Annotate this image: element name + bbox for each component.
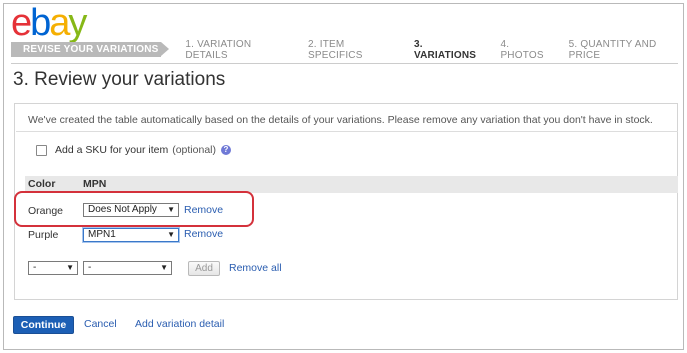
sku-checkbox[interactable] — [36, 144, 47, 156]
cancel-link[interactable]: Cancel — [84, 318, 117, 330]
mpn-select-purple[interactable]: MPN1 ▼ — [83, 228, 179, 242]
progress-steps: REVISE YOUR VARIATIONS 1. VARIATION DETA… — [11, 39, 687, 61]
logo-letter-e: e — [11, 2, 32, 44]
sku-label: Add a SKU for your item — [55, 144, 169, 156]
current-task-label: REVISE YOUR VARIATIONS — [11, 42, 170, 57]
logo-letter-y: y — [68, 2, 87, 44]
step-variation-details: 1. VARIATION DETAILS — [185, 38, 252, 61]
intro-text: We've created the table automatically ba… — [28, 114, 653, 126]
sku-optional-label: (optional) — [172, 144, 216, 156]
remove-all-link[interactable]: Remove all — [229, 262, 282, 274]
dropdown-arrow-icon: ▼ — [160, 263, 168, 272]
new-mpn-value: - — [88, 262, 92, 273]
highlight-annotation — [14, 191, 254, 227]
help-icon[interactable]: ? — [221, 145, 231, 155]
new-color-value: - — [33, 262, 37, 273]
dropdown-arrow-icon: ▼ — [66, 263, 74, 272]
new-mpn-select[interactable]: - ▼ — [83, 261, 172, 275]
panel-divider — [16, 131, 678, 132]
add-variation-detail-link[interactable]: Add variation detail — [135, 318, 224, 330]
new-color-select[interactable]: - ▼ — [28, 261, 78, 275]
step-item-specifics: 2. ITEM SPECIFICS — [308, 38, 363, 61]
logo-letter-b: b — [30, 2, 51, 44]
header-divider — [11, 63, 678, 64]
ebay-logo: ebay — [11, 2, 87, 44]
sku-option: Add a SKU for your item (optional) ? — [36, 144, 231, 156]
column-header-color: Color — [28, 178, 56, 190]
row-color-purple: Purple — [28, 229, 59, 241]
page-title: 3. Review your variations — [13, 69, 226, 90]
step-quantity-price: 5. QUANTITY AND PRICE — [568, 38, 657, 61]
mpn-select-value: MPN1 — [88, 229, 116, 240]
logo-letter-a: a — [49, 2, 70, 44]
column-header-mpn: MPN — [83, 178, 107, 190]
remove-link-purple[interactable]: Remove — [184, 228, 223, 240]
add-button[interactable]: Add — [188, 261, 220, 276]
step-variations: 3. VARIATIONS — [413, 38, 477, 61]
continue-button[interactable]: Continue — [13, 316, 74, 334]
dropdown-arrow-icon: ▼ — [167, 230, 175, 239]
step-photos: 4. PHOTOS — [500, 38, 544, 61]
